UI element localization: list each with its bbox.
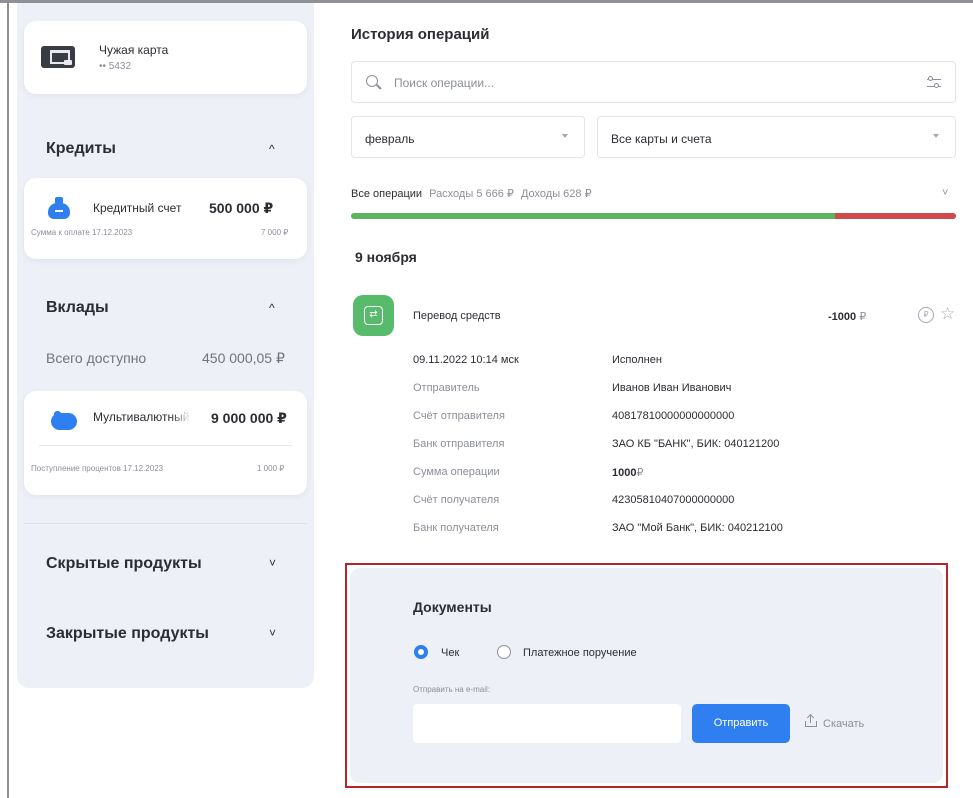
deposits-collapse-icon[interactable]: ^ <box>269 301 275 315</box>
sender-value: Иванов Иван Иванович <box>612 382 732 394</box>
radio-payment-order[interactable] <box>497 645 511 659</box>
sender-bank-label: Банк отправителя <box>413 438 505 450</box>
expense-income-bar <box>351 213 956 219</box>
operation-name[interactable]: Перевод средств <box>413 310 501 322</box>
sidebar: Чужая карта •• 5432 Кредиты ^ Кредитный … <box>17 3 314 688</box>
sender-bank-value: ЗАО КБ "БАНК", БИК: 040121200 <box>612 438 780 450</box>
foreign-card-title: Чужая карта <box>99 43 169 57</box>
page-title: История операций <box>351 26 490 43</box>
period-select[interactable]: февраль <box>351 116 585 158</box>
deposit-interest-amount: 1 000 ₽ <box>257 464 285 473</box>
recipient-account-value: 42305810407000000000 <box>612 494 735 506</box>
operation-amount-value: -1000 <box>828 311 857 323</box>
tab-income[interactable]: Доходы 628 ₽ <box>521 188 592 200</box>
highlight-outline <box>345 563 948 788</box>
period-select-value: февраль <box>365 132 415 146</box>
operation-status: Исполнен <box>612 354 662 366</box>
star-favorite-icon[interactable]: ☆ <box>940 304 955 324</box>
deposits-total-amount: 450 000,05 ₽ <box>202 350 285 366</box>
download-icon[interactable] <box>805 713 817 727</box>
income-segment <box>351 213 835 219</box>
operations-filter-tabs: Все операции Расходы 5 666 ₽ Доходы 628 … <box>351 187 596 200</box>
search-icon <box>366 75 378 87</box>
hidden-products-expand-icon[interactable]: ˅ <box>269 556 276 570</box>
radio-receipt[interactable] <box>414 645 428 659</box>
sum-value: 1000₽ <box>612 467 644 479</box>
recipient-account-label: Счёт получателя <box>413 494 500 506</box>
expense-segment <box>835 213 956 219</box>
send-button[interactable]: Отправить <box>692 704 790 743</box>
deposit-account-amount: 9 000 000 ₽ <box>211 410 287 426</box>
credit-account-name: Кредитный счет <box>93 201 182 215</box>
sidebar-separator <box>24 523 307 524</box>
cards-select-value: Все карты и счета <box>611 132 712 146</box>
closed-products-expand-icon[interactable]: ˅ <box>269 626 276 640</box>
download-link[interactable]: Скачать <box>823 718 864 730</box>
credit-due-amount: 7 000 ₽ <box>261 228 289 237</box>
email-field[interactable] <box>413 704 681 743</box>
piggy-bank-icon <box>51 411 79 431</box>
search-placeholder: Поиск операции... <box>394 76 495 90</box>
radio-receipt-label[interactable]: Чек <box>441 647 459 659</box>
window-left-border <box>7 0 9 798</box>
recipient-bank-label: Банк получателя <box>413 522 499 534</box>
chevron-down-icon <box>562 134 568 138</box>
deposits-total-label: Всего доступно <box>46 350 147 366</box>
deposits-heading[interactable]: Вклады <box>46 299 109 317</box>
tab-expenses[interactable]: Расходы 5 666 ₽ <box>429 188 514 200</box>
credits-collapse-icon[interactable]: ^ <box>269 142 275 156</box>
credit-due-label: Сумма к оплате 17.12.2023 <box>31 228 133 237</box>
cards-select[interactable]: Все карты и счета <box>597 116 956 158</box>
tab-all-operations[interactable]: Все операции <box>351 188 422 200</box>
operation-datetime: 09.11.2022 10:14 мск <box>413 354 519 366</box>
moneybag-icon <box>46 197 72 219</box>
deposit-account-name: Мультивалютный вклад <box>93 410 191 424</box>
credit-account-amount: 500 000 ₽ <box>209 200 274 216</box>
search-input[interactable]: Поиск операции... <box>351 61 956 103</box>
chevron-down-icon <box>933 134 939 138</box>
radio-payment-order-label[interactable]: Платежное поручение <box>523 647 637 659</box>
closed-products-heading[interactable]: Закрытые продукты <box>46 625 209 643</box>
sender-account-label: Счёт отправителя <box>413 410 505 422</box>
operation-amount: -1000 ₽ <box>828 310 866 323</box>
date-group-heading: 9 ноября <box>355 249 417 265</box>
deposit-account-card[interactable]: Мультивалютный вклад 9 000 000 ₽ Поступл… <box>24 391 307 495</box>
foreign-card-item[interactable]: Чужая карта •• 5432 <box>24 21 307 94</box>
hidden-products-heading[interactable]: Скрытые продукты <box>46 555 202 573</box>
sender-account-value: 40817810000000000000 <box>612 410 735 422</box>
deposit-interest-label: Поступление процентов 17.12.2023 <box>31 464 164 473</box>
credits-heading[interactable]: Кредиты <box>46 140 116 158</box>
credit-account-card[interactable]: Кредитный счет 500 000 ₽ Сумма к оплате … <box>24 178 307 259</box>
deposit-divider <box>39 445 292 446</box>
recipient-bank-value: ЗАО "Мой Банк", БИК: 040212100 <box>612 522 783 534</box>
operation-currency: ₽ <box>859 311 867 323</box>
transfer-icon: ⇄ <box>353 295 394 336</box>
ruble-badge-icon[interactable]: ₽ <box>918 307 934 323</box>
email-label: Отправить на e-mail: <box>413 685 490 694</box>
foreign-card-number: •• 5432 <box>99 61 132 72</box>
documents-heading: Документы <box>413 599 492 615</box>
filter-settings-icon[interactable] <box>927 76 941 90</box>
sum-label: Сумма операции <box>413 466 500 478</box>
bank-card-icon <box>41 46 75 68</box>
sender-label: Отправитель <box>413 382 480 394</box>
expand-stats-icon[interactable]: ˅ <box>942 187 948 199</box>
